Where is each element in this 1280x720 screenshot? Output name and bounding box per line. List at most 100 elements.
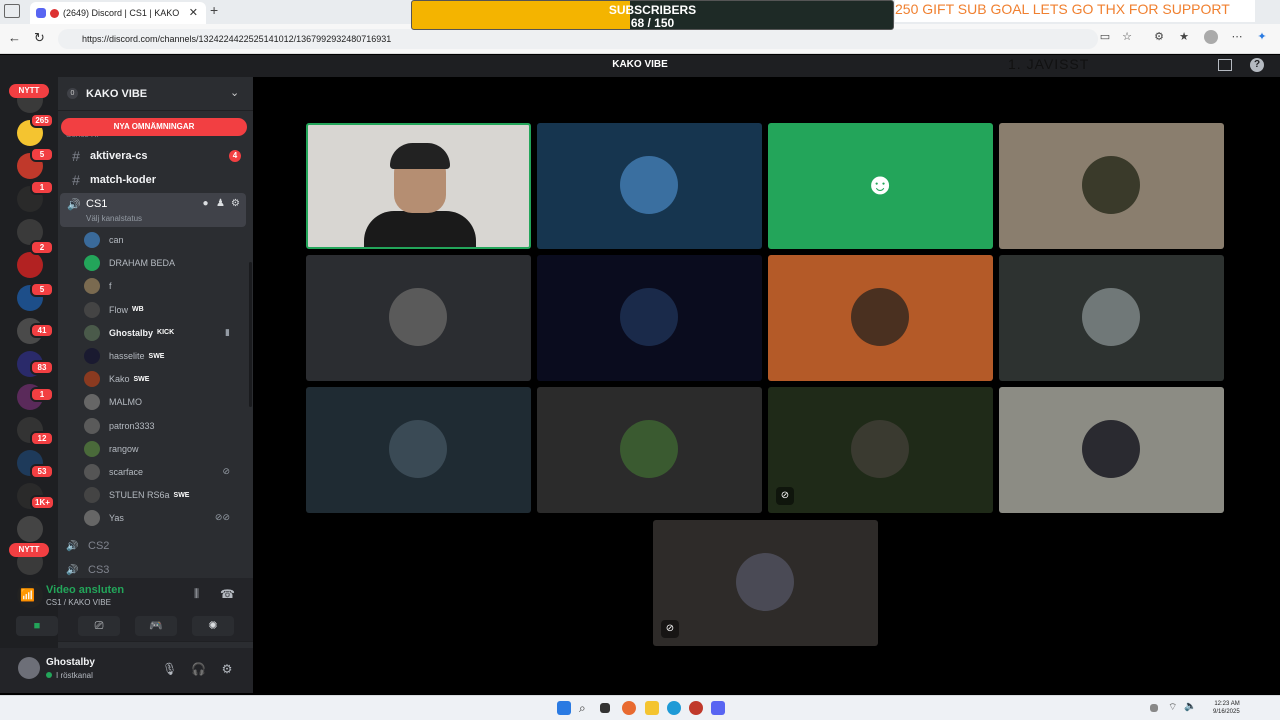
server-header[interactable]: 0 KAKO VIBE ⌄ (58, 77, 253, 111)
channel-status-input[interactable]: Välj kanalstatus (86, 214, 142, 223)
server-mention-badge: 5 (30, 147, 54, 162)
voice-user[interactable]: hasselite SWE (84, 346, 244, 366)
voice-user-name: Flow (109, 304, 129, 315)
new-mentions-button[interactable]: NYA OMNÄMNINGAR (61, 118, 247, 136)
clock[interactable]: 12:23 AM 9/16/2025 (1213, 700, 1240, 716)
reload-icon[interactable]: ↻ (34, 30, 45, 46)
start-icon[interactable] (557, 701, 571, 715)
participant-tile[interactable] (999, 123, 1224, 249)
voice-user[interactable]: STULEN RS6a SWE (84, 485, 244, 505)
voice-channel-cs2[interactable]: 🔊 CS2 (66, 536, 109, 556)
browser-app-icon[interactable] (622, 701, 636, 715)
back-icon[interactable]: ← (8, 30, 21, 45)
participant-tile[interactable]: ☻ (768, 123, 993, 249)
voice-user[interactable]: rangow (84, 439, 244, 459)
obs-icon[interactable] (689, 701, 703, 715)
voice-user[interactable]: can (84, 230, 244, 250)
chevron-down-icon[interactable]: ⌄ (230, 86, 239, 99)
channel-aktivera-cs[interactable]: # aktivera-cs 4 (58, 145, 248, 167)
server-boost-icon: 0 (67, 88, 78, 99)
participant-tile[interactable] (768, 255, 993, 381)
voice-user[interactable]: Ghostalby KICK ▮ (84, 323, 244, 343)
voice-user-name: can (109, 235, 124, 245)
profile-avatar[interactable] (1204, 30, 1218, 44)
avatar (84, 487, 100, 504)
avatar[interactable] (18, 657, 40, 679)
invite-icon[interactable]: ♟ (215, 198, 226, 209)
tab-title: (2649) Discord | CS1 | KAKO (63, 8, 180, 18)
user-settings-gear-icon[interactable]: ⚙ (220, 662, 234, 676)
avatar (84, 464, 100, 480)
copilot-icon[interactable]: ✦ (1255, 30, 1269, 44)
file-explorer-icon[interactable] (645, 701, 659, 715)
hash-icon: # (72, 148, 80, 164)
gear-icon[interactable]: ⚙ (230, 198, 241, 209)
browser-tab[interactable]: (2649) Discord | CS1 | KAKO ✕ (30, 2, 206, 24)
help-icon[interactable]: ? (1250, 58, 1264, 72)
server-icon[interactable] (17, 516, 43, 542)
participant-tile[interactable] (999, 387, 1224, 513)
channel-label: match-koder (90, 174, 157, 186)
task-view-icon[interactable] (600, 703, 610, 713)
edge-icon[interactable] (667, 701, 681, 715)
noise-suppression-icon[interactable]: ⫼ (194, 588, 199, 601)
disconnect-icon[interactable]: ☎ (220, 587, 235, 601)
inbox-icon[interactable] (1218, 59, 1232, 71)
favorite-icon[interactable]: ☆ (1120, 30, 1134, 44)
camera-video-tile[interactable] (306, 123, 531, 249)
participant-tile[interactable] (537, 123, 762, 249)
participant-tile[interactable] (999, 255, 1224, 381)
tray-icon[interactable] (1150, 704, 1158, 712)
user-tag-badge: SWE (173, 491, 190, 499)
voice-user[interactable]: DRAHAM BEDA (84, 253, 244, 273)
server-icon[interactable] (17, 252, 43, 278)
participant-tile[interactable]: ⊘ (768, 387, 993, 513)
network-icon[interactable]: ⌔ (1168, 701, 1182, 715)
camera-button[interactable]: ■ (16, 616, 58, 636)
voice-channel-cs3[interactable]: 🔊 CS3 (66, 560, 109, 580)
avatar (84, 255, 100, 272)
discord-app-icon[interactable] (711, 701, 725, 715)
more-icon[interactable]: ⋯ (1230, 30, 1244, 44)
voice-channel-path[interactable]: CS1 / KAKO VIBE (46, 598, 111, 607)
voice-channel-cs1[interactable]: 🔊 CS1 Välj kanalstatus ● ♟ ⚙ (60, 193, 246, 227)
tab-actions-icon[interactable] (4, 4, 20, 18)
screen-share-button[interactable]: ⎚ (78, 616, 120, 636)
voice-user[interactable]: patron3333 (84, 416, 244, 436)
headphones-icon[interactable]: 🎧 (191, 662, 206, 676)
search-icon[interactable]: ⌕ (579, 701, 593, 715)
chat-icon[interactable]: ● (200, 198, 211, 209)
activities-button[interactable]: 🎮 (135, 616, 177, 636)
voice-user[interactable]: Yas ⊘⊘ (84, 508, 244, 528)
participant-tile[interactable] (306, 255, 531, 381)
username[interactable]: Ghostalby (46, 657, 95, 668)
participant-tile[interactable] (537, 255, 762, 381)
close-tab-icon[interactable]: ✕ (189, 6, 198, 19)
volume-icon[interactable]: 🔈 (1184, 701, 1198, 715)
signal-icon[interactable]: 📶 (20, 588, 35, 602)
voice-user-name: Yas (109, 513, 124, 524)
subscriber-goal-count: 68 / 150 (630, 16, 675, 30)
voice-user[interactable]: Kako SWE (84, 369, 244, 389)
voice-status[interactable]: Video ansluten (46, 584, 124, 596)
soundboard-button[interactable]: ✺ (192, 616, 234, 636)
voice-user[interactable]: MALMO (84, 392, 244, 412)
favorites-icon[interactable]: ★ (1177, 30, 1191, 44)
user-panel: Ghostalby I röstkanal 🎙 🎧 ⚙ (0, 648, 253, 693)
scrollbar[interactable] (249, 262, 252, 407)
participant-tile[interactable]: ⊘ (653, 520, 878, 646)
microphone-icon[interactable]: 🎙 (162, 662, 177, 676)
voice-user[interactable]: scarface ⊘ (84, 462, 244, 482)
extensions-icon[interactable]: ⚙ (1152, 30, 1166, 44)
participant-tile[interactable] (306, 387, 531, 513)
voice-user[interactable]: Flow WB (84, 300, 244, 320)
voice-user[interactable]: f (84, 276, 244, 296)
server-mention-badge: 1 (30, 387, 54, 402)
discord-logo-icon: ☻ (864, 168, 896, 201)
channel-match-koder[interactable]: # match-koder (58, 169, 248, 191)
address-bar[interactable]: https://discord.com/channels/13242244225… (58, 29, 1098, 49)
picture-in-picture-icon[interactable]: ▭ (1098, 30, 1112, 44)
participant-tile[interactable] (537, 387, 762, 513)
new-tab-button[interactable]: + (210, 2, 218, 18)
avatar (851, 420, 909, 478)
